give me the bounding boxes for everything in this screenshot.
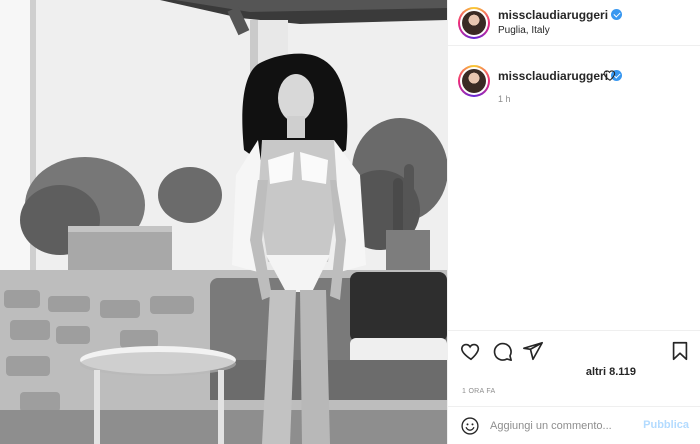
emoji-icon[interactable] [460, 416, 480, 436]
publish-button[interactable]: Pubblica [643, 419, 689, 431]
comment-input[interactable] [490, 417, 640, 435]
post-sidebar: missclaudiaruggeri Puglia, Italy misscla… [447, 0, 700, 444]
likes-count[interactable]: altri 8.119 [586, 366, 636, 378]
heart-outline-icon[interactable] [460, 340, 482, 362]
action-bar [448, 330, 700, 370]
heart-icon[interactable] [603, 68, 617, 82]
comment-box: Pubblica [448, 406, 700, 444]
speech-bubble-icon[interactable] [491, 340, 513, 362]
header-username-row: missclaudiaruggeri [498, 8, 623, 22]
caption-avatar[interactable] [458, 65, 490, 97]
location-link[interactable]: Puglia, Italy [498, 25, 550, 36]
bookmark-icon[interactable] [669, 340, 691, 362]
caption-block: missclaudiaruggeri 1 h [448, 58, 700, 118]
avatar[interactable] [458, 7, 490, 39]
caption-time: 1 h [498, 94, 511, 104]
header-username[interactable]: missclaudiaruggeri [498, 8, 608, 22]
caption-username[interactable]: missclaudiaruggeri [498, 69, 608, 83]
post-timestamp: 1 ORA FA [462, 388, 496, 395]
post-header: missclaudiaruggeri Puglia, Italy [448, 0, 700, 46]
verified-badge-icon [611, 9, 623, 20]
photo-illustration [0, 0, 447, 444]
paper-plane-icon[interactable] [522, 340, 544, 362]
post-photo[interactable] [0, 0, 447, 444]
